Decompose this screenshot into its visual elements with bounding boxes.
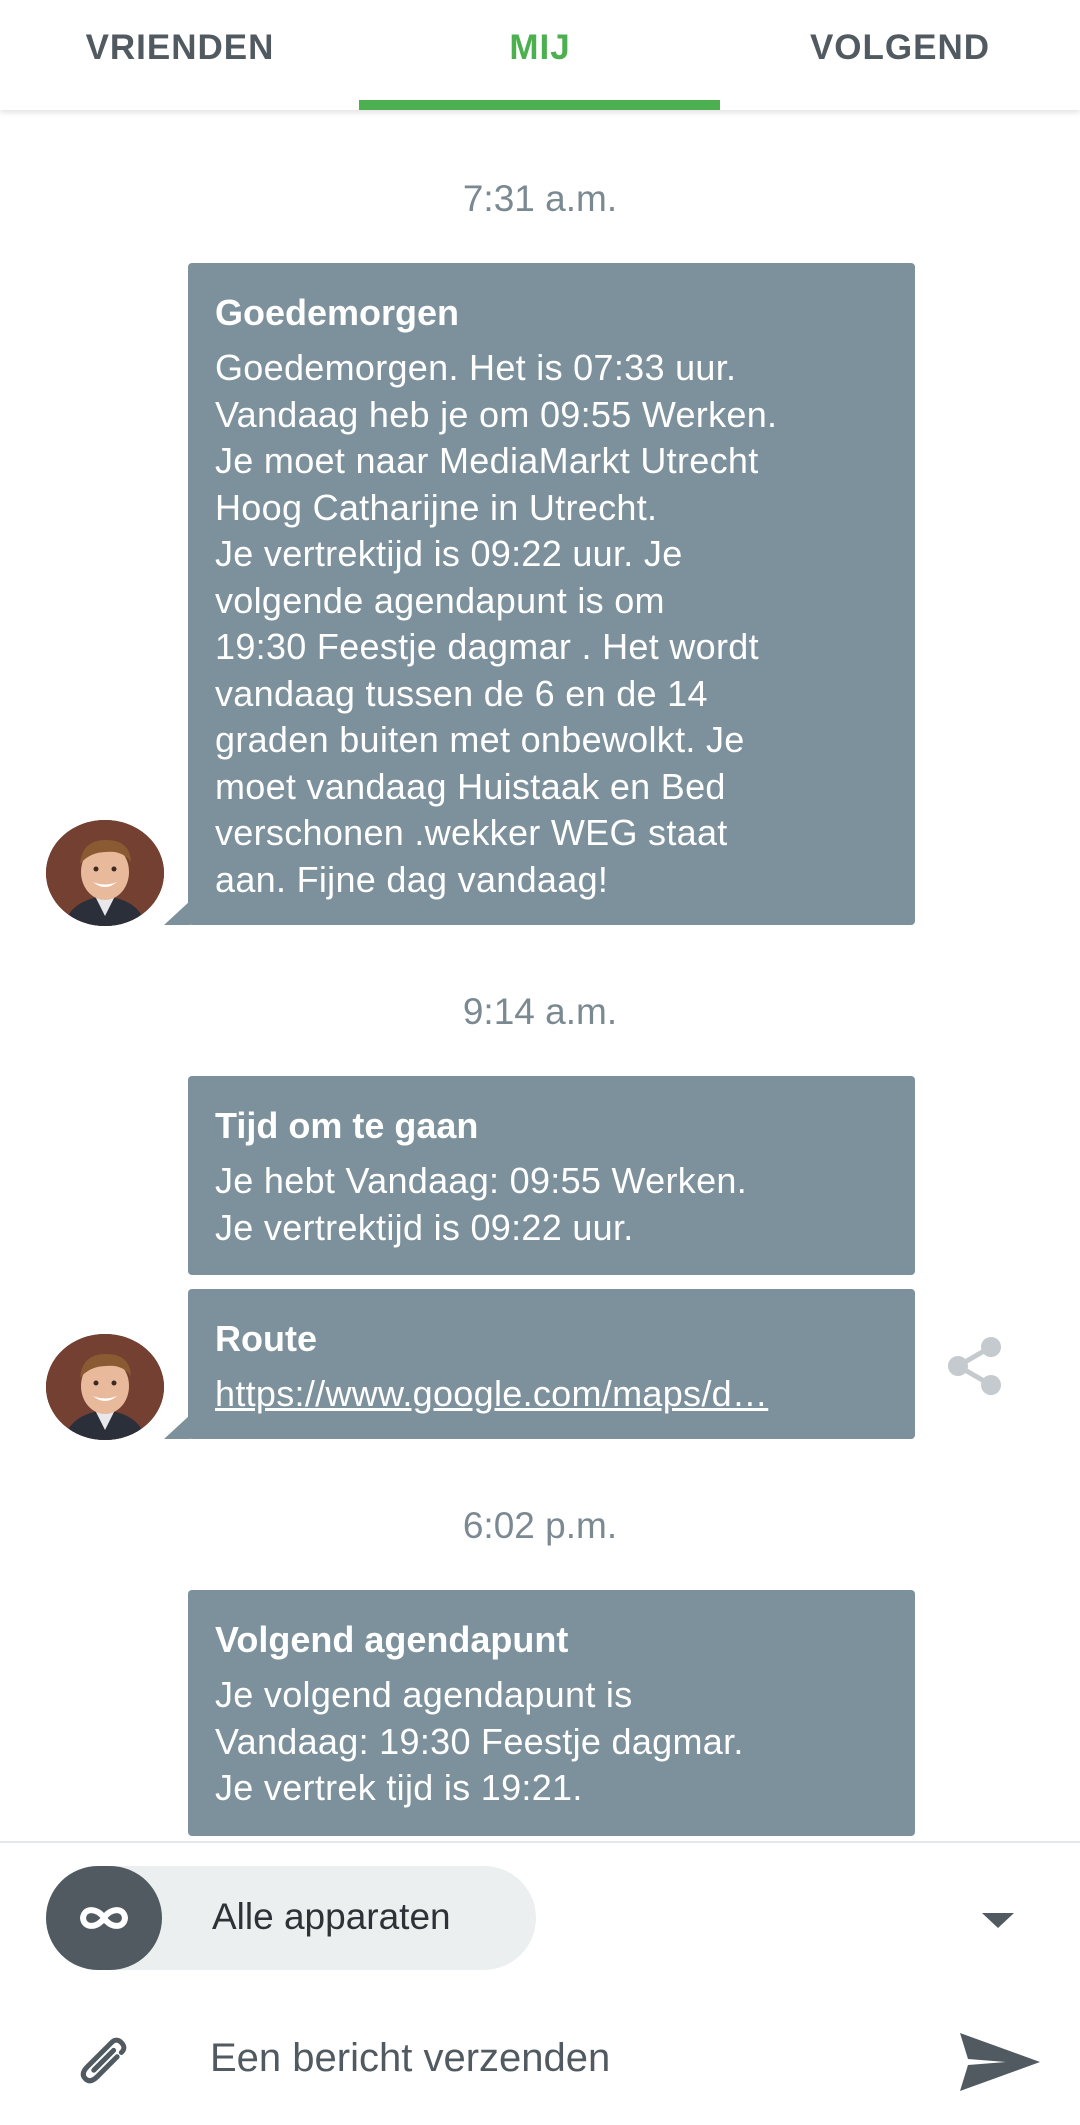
tab-label: VOLGEND [809, 28, 991, 67]
message-bubble[interactable]: Tijd om te gaan Je hebt Vandaag: 09:55 W… [188, 1076, 915, 1275]
composer: Alle apparaten [0, 1841, 1080, 2125]
message-title: Goedemorgen [215, 292, 460, 333]
send-icon[interactable] [956, 2029, 1042, 2095]
message-timestamp: 7:31 a.m. [462, 178, 618, 219]
route-link[interactable]: https://www.google.com/maps/d… [215, 1371, 889, 1417]
active-tab-indicator [359, 100, 720, 110]
avatar[interactable] [46, 1334, 164, 1440]
tab-bar: VRIENDEN MIJ VOLGEND [0, 0, 1080, 110]
message-bubble-route[interactable]: Route https://www.google.com/maps/d… [188, 1289, 915, 1439]
bubble-tail [164, 901, 190, 925]
message-body: Je volgend agendapunt is Vandaag: 19:30 … [215, 1674, 744, 1808]
message-title: Tijd om te gaan [215, 1105, 479, 1146]
message-timestamp: 6:02 p.m. [462, 1505, 618, 1546]
paperclip-icon[interactable] [68, 2026, 138, 2096]
tab-vrienden[interactable]: VRIENDEN [0, 0, 360, 110]
message-body: Goedemorgen. Het is 07:33 uur. Vandaag h… [215, 347, 778, 900]
device-selector[interactable]: Alle apparaten [46, 1866, 536, 1970]
message-timestamp: 9:14 a.m. [462, 991, 618, 1032]
avatar[interactable] [46, 820, 164, 926]
chevron-down-icon[interactable] [982, 1913, 1014, 1928]
message-body: Je hebt Vandaag: 09:55 Werken. Je vertre… [215, 1160, 748, 1248]
tab-label: MIJ [509, 28, 571, 67]
message-title: Route [215, 1318, 317, 1359]
share-icon[interactable] [944, 1335, 1006, 1397]
infinity-icon [46, 1866, 162, 1970]
avatar-photo [46, 1334, 164, 1440]
message-bubble[interactable]: Goedemorgen Goedemorgen. Het is 07:33 uu… [188, 263, 915, 925]
message-input[interactable] [210, 2013, 890, 2103]
tab-mij[interactable]: MIJ [360, 0, 720, 110]
chat-screen: VRIENDEN MIJ VOLGEND 7:31 a.m. Goedemorg… [0, 0, 1080, 2125]
message-title: Volgend agendapunt [215, 1619, 569, 1660]
bubble-tail [164, 1415, 190, 1439]
avatar-photo [46, 820, 164, 926]
tab-label: VRIENDEN [85, 28, 275, 67]
tab-volgend[interactable]: VOLGEND [720, 0, 1080, 110]
message-bubble[interactable]: Volgend agendapunt Je volgend agendapunt… [188, 1590, 915, 1836]
device-selector-label: Alle apparaten [212, 1896, 451, 1937]
